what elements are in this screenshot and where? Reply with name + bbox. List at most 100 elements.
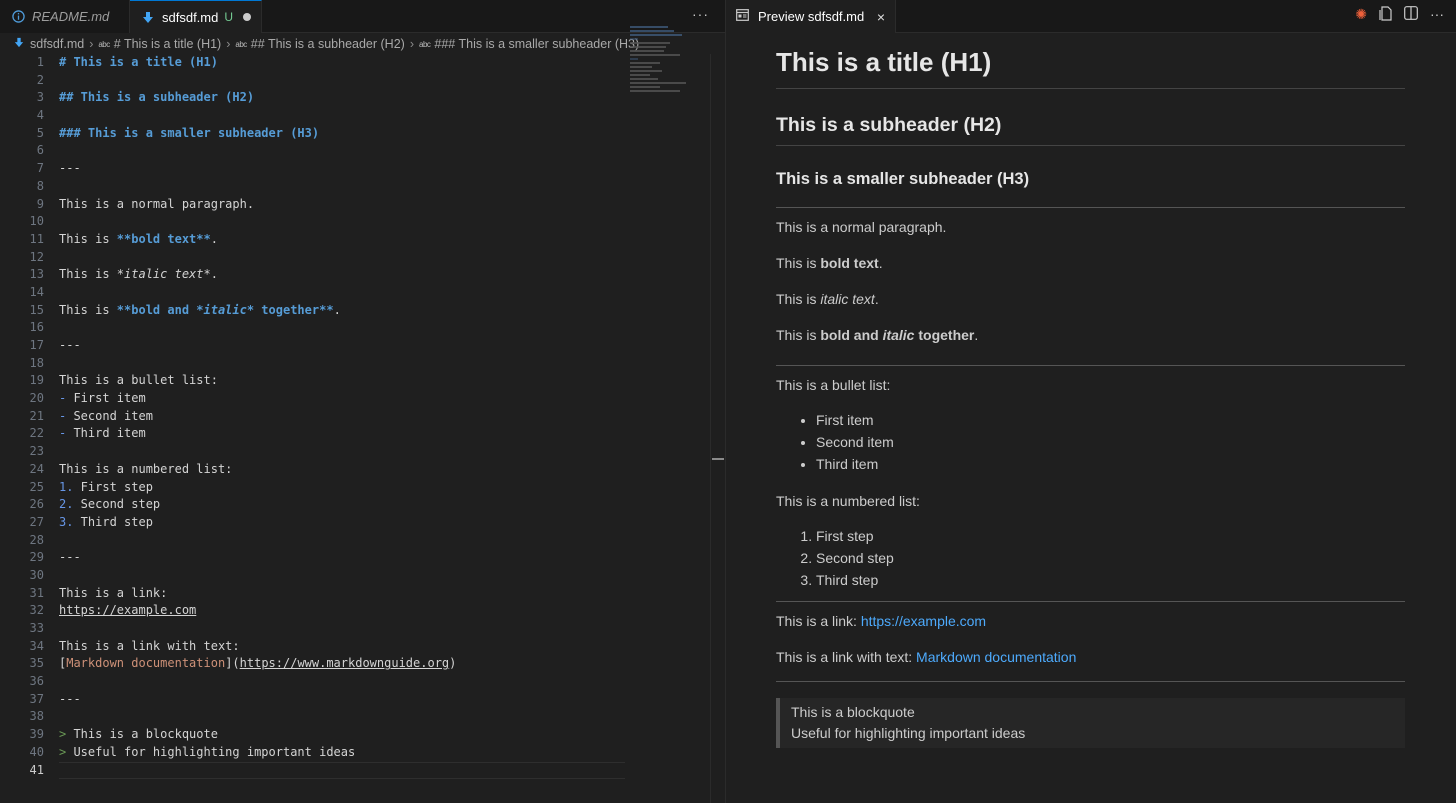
preview-icon bbox=[736, 9, 752, 24]
code-line[interactable]: 3. Third step bbox=[59, 514, 625, 532]
preview-numbered-list: First step Second step Third step bbox=[776, 525, 1405, 591]
code-line[interactable]: > This is a blockquote bbox=[59, 726, 625, 744]
preview-actions: ✺ ··· bbox=[1355, 6, 1444, 24]
tab-preview[interactable]: Preview sdfsdf.md × bbox=[726, 0, 896, 33]
preview-bullet-intro: This is a bullet list: bbox=[776, 377, 891, 393]
unsaved-dot-icon[interactable] bbox=[243, 13, 251, 21]
code-editor[interactable]: 1 2 3 4 5 6 7 8 9 10 11 12 13 14 15 16 17 18 19 20 21 22 23 24 2… bbox=[0, 54, 710, 803]
string-symbol-icon: abc bbox=[419, 39, 431, 49]
code-line[interactable]: This is a normal paragraph. bbox=[59, 196, 625, 214]
code-line[interactable] bbox=[59, 178, 625, 196]
code-line[interactable]: --- bbox=[59, 337, 625, 355]
line-number: 33 bbox=[29, 621, 44, 635]
code-line[interactable] bbox=[59, 249, 625, 267]
code-line-cursor[interactable] bbox=[59, 761, 625, 780]
close-icon[interactable]: × bbox=[877, 9, 885, 25]
code-line[interactable] bbox=[59, 532, 625, 550]
preview-bullet-list: First item Second item Third item bbox=[776, 409, 1405, 475]
breadcrumb-h3[interactable]: ### This is a smaller subheader (H3) bbox=[434, 37, 639, 51]
preview-italic-paragraph: This is italic text. bbox=[776, 291, 879, 307]
preview-numbered-intro: This is a numbered list: bbox=[776, 493, 920, 509]
code-line[interactable]: > Useful for highlighting important idea… bbox=[59, 744, 625, 762]
line-number: 25 bbox=[29, 479, 44, 494]
preview-divider bbox=[776, 365, 1405, 366]
chevron-right-icon: › bbox=[226, 37, 231, 51]
code-line[interactable] bbox=[59, 213, 625, 231]
code-line[interactable] bbox=[59, 319, 625, 337]
line-number: 27 bbox=[29, 514, 44, 529]
code-line[interactable]: This is **bold text**. bbox=[59, 231, 625, 249]
code-line[interactable] bbox=[59, 72, 625, 90]
line-number: 23 bbox=[29, 444, 44, 459]
code-line[interactable]: ## This is a subheader (H2) bbox=[59, 89, 625, 107]
breadcrumb-file[interactable]: sdfsdf.md bbox=[30, 37, 84, 51]
code-line[interactable]: This is a bullet list: bbox=[59, 372, 625, 390]
code-line[interactable]: --- bbox=[59, 549, 625, 567]
line-number: 6 bbox=[36, 143, 44, 158]
string-symbol-icon: abc bbox=[98, 39, 110, 49]
editor-pane: README.md sdfsdf.md U ··· sdfsdf.md › ab… bbox=[0, 0, 725, 803]
line-number: 4 bbox=[36, 108, 44, 123]
breadcrumb-h1[interactable]: # This is a title (H1) bbox=[114, 37, 221, 51]
preview-h3: This is a smaller subheader (H3) bbox=[776, 170, 1030, 188]
code-line[interactable]: --- bbox=[59, 691, 625, 709]
open-source-icon[interactable] bbox=[1379, 6, 1392, 24]
code-line[interactable]: - Third item bbox=[59, 425, 625, 443]
code-line[interactable] bbox=[59, 567, 625, 585]
code-line[interactable] bbox=[59, 673, 625, 691]
code-line[interactable] bbox=[59, 620, 625, 638]
code-line[interactable]: [Markdown documentation](https://www.mar… bbox=[59, 655, 625, 673]
line-number: 18 bbox=[29, 355, 44, 370]
code-line[interactable]: - First item bbox=[59, 390, 625, 408]
line-number: 10 bbox=[29, 214, 44, 229]
preview-tab-bar: Preview sdfsdf.md × ✺ ··· bbox=[726, 0, 1456, 33]
code-line[interactable]: # This is a title (H1) bbox=[59, 54, 625, 72]
list-item: Second step bbox=[816, 547, 1405, 569]
tab-sdfsdf[interactable]: sdfsdf.md U bbox=[130, 0, 262, 33]
line-number: 41 bbox=[29, 762, 44, 777]
code-line[interactable]: 1. First step bbox=[59, 479, 625, 497]
code-line[interactable]: 2. Second step bbox=[59, 496, 625, 514]
list-item: First step bbox=[816, 525, 1405, 547]
more-actions-icon[interactable]: ··· bbox=[692, 6, 709, 22]
line-number: 14 bbox=[29, 284, 44, 299]
code-line[interactable]: This is a link: bbox=[59, 585, 625, 603]
code-line[interactable]: ### This is a smaller subheader (H3) bbox=[59, 125, 625, 143]
code-line[interactable]: https://example.com bbox=[59, 602, 625, 620]
code-line[interactable]: This is a numbered list: bbox=[59, 461, 625, 479]
more-actions-icon[interactable]: ··· bbox=[1430, 6, 1444, 24]
preview-link-markdown-docs[interactable]: Markdown documentation bbox=[916, 649, 1076, 665]
sparkle-icon[interactable]: ✺ bbox=[1355, 6, 1367, 24]
split-editor-icon[interactable] bbox=[1404, 6, 1418, 24]
code-line[interactable] bbox=[59, 443, 625, 461]
code-line[interactable] bbox=[59, 107, 625, 125]
minimap[interactable] bbox=[630, 26, 700, 146]
code-line[interactable]: This is **bold and *italic* together**. bbox=[59, 302, 625, 320]
line-number: 1 bbox=[36, 55, 44, 69]
breadcrumb-h2[interactable]: ## This is a subheader (H2) bbox=[251, 37, 405, 51]
preview-h1: This is a title (H1) bbox=[776, 47, 1405, 89]
line-number: 31 bbox=[29, 585, 44, 600]
code-line[interactable]: This is a link with text: bbox=[59, 638, 625, 656]
tab-readme[interactable]: README.md bbox=[0, 0, 130, 33]
code-line[interactable] bbox=[59, 355, 625, 373]
code-line[interactable] bbox=[59, 284, 625, 302]
code-line[interactable] bbox=[59, 708, 625, 726]
list-item: Third item bbox=[816, 453, 1405, 475]
line-number: 8 bbox=[36, 178, 44, 193]
editor-scrollbar[interactable] bbox=[710, 54, 724, 803]
preview-link[interactable]: https://example.com bbox=[861, 613, 986, 629]
code-line[interactable]: This is *italic text*. bbox=[59, 266, 625, 284]
line-number: 12 bbox=[29, 249, 44, 264]
code-line[interactable] bbox=[59, 142, 625, 160]
tab-sdfsdf-label: sdfsdf.md bbox=[162, 9, 219, 25]
line-number: 40 bbox=[29, 744, 44, 759]
line-number: 3 bbox=[36, 90, 44, 105]
preview-divider bbox=[776, 601, 1405, 602]
line-number: 16 bbox=[29, 320, 44, 335]
code-lines[interactable]: # This is a title (H1) ## This is a subh… bbox=[59, 54, 625, 780]
info-icon bbox=[10, 10, 26, 23]
code-line[interactable]: - Second item bbox=[59, 408, 625, 426]
code-line[interactable]: --- bbox=[59, 160, 625, 178]
cursor-scroll-marker bbox=[712, 458, 724, 460]
